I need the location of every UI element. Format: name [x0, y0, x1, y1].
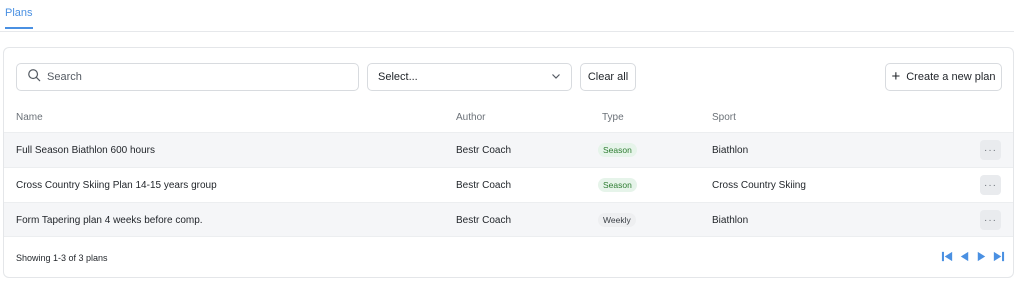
type-badge: Weekly [598, 213, 636, 227]
column-header-sport[interactable]: Sport [712, 112, 736, 123]
next-page-icon[interactable] [975, 250, 988, 268]
more-options-button[interactable]: ··· [980, 210, 1001, 230]
search-box[interactable] [16, 63, 359, 91]
search-icon [27, 68, 41, 87]
pagination-summary: Showing 1-3 of 3 plans [16, 253, 108, 263]
plan-author: Bestr Coach [456, 180, 512, 191]
more-options-button[interactable]: ··· [980, 175, 1001, 195]
clear-all-button[interactable]: Clear all [580, 63, 636, 91]
table-row[interactable]: Form Tapering plan 4 weeks before comp. … [4, 202, 1013, 237]
column-header-name[interactable]: Name [16, 112, 43, 123]
create-plan-label: Create a new plan [906, 71, 996, 83]
search-input[interactable] [47, 71, 347, 83]
first-page-icon[interactable] [941, 250, 954, 268]
select-value: Select... [378, 71, 418, 83]
plan-name[interactable]: Full Season Biathlon 600 hours [16, 145, 155, 156]
column-header-type[interactable]: Type [602, 112, 624, 123]
column-header-author[interactable]: Author [456, 112, 485, 123]
more-options-button[interactable]: ··· [980, 140, 1001, 160]
table-header: Name Author Type Sport [4, 106, 1013, 132]
type-badge: Season [598, 143, 637, 157]
plan-sport: Cross Country Skiing [712, 180, 806, 191]
plan-type-cell: Season [598, 143, 637, 157]
plan-name[interactable]: Form Tapering plan 4 weeks before comp. [16, 215, 203, 226]
chevron-down-icon [551, 71, 561, 84]
plus-icon: + [891, 68, 901, 85]
plan-type-cell: Season [598, 178, 637, 192]
plan-name[interactable]: Cross Country Skiing Plan 14-15 years gr… [16, 180, 217, 191]
last-page-icon[interactable] [992, 250, 1005, 268]
tab-plans[interactable]: Plans [5, 7, 33, 29]
type-badge: Season [598, 178, 637, 192]
pagination-controls [941, 250, 1005, 268]
plan-type-cell: Weekly [598, 213, 636, 227]
plan-sport: Biathlon [712, 215, 749, 226]
plan-author: Bestr Coach [456, 215, 512, 226]
table-row[interactable]: Cross Country Skiing Plan 14-15 years gr… [4, 167, 1013, 202]
create-plan-button[interactable]: + Create a new plan [885, 63, 1002, 91]
prev-page-icon[interactable] [958, 250, 971, 268]
plans-card: Select... Clear all + Create a new plan … [3, 47, 1014, 278]
tab-bar: Plans [0, 0, 1014, 32]
plan-author: Bestr Coach [456, 145, 512, 156]
table-footer: Showing 1-3 of 3 plans [4, 236, 1013, 278]
plan-sport: Biathlon [712, 145, 749, 156]
plan-filter-select[interactable]: Select... [367, 63, 572, 91]
table-row[interactable]: Full Season Biathlon 600 hours Bestr Coa… [4, 132, 1013, 167]
